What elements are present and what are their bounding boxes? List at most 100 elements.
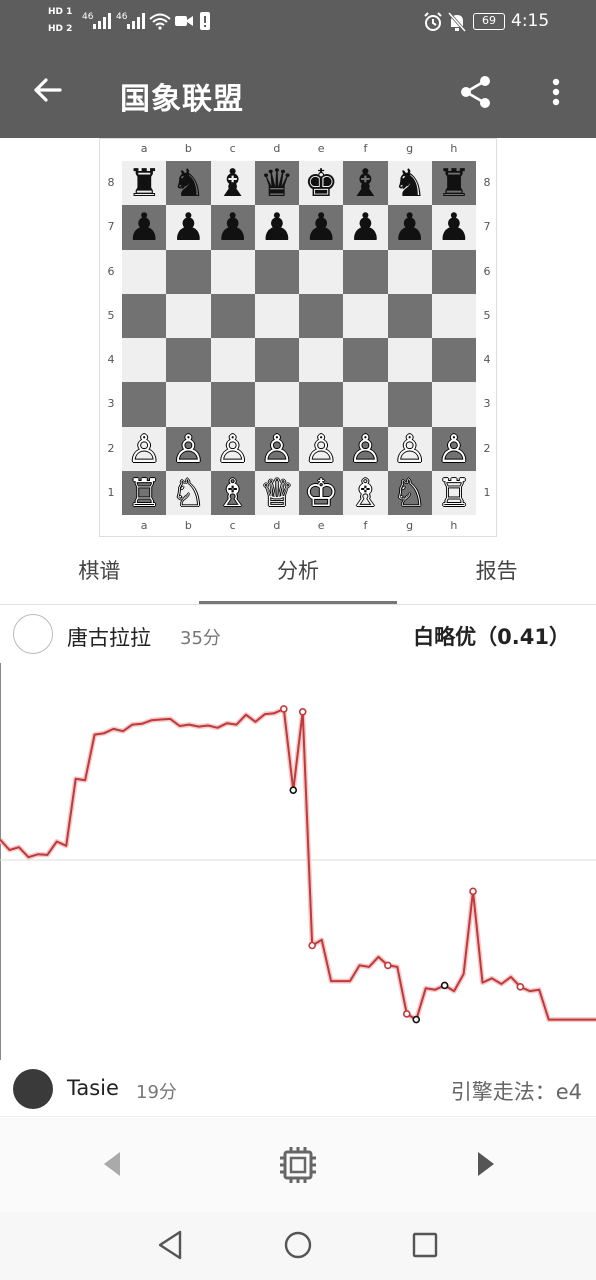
square-b5[interactable] [166,293,211,338]
square-e6[interactable] [299,249,344,294]
chess-piece[interactable]: ♞ [393,164,427,202]
chess-piece[interactable]: ♙ [127,430,161,468]
move-marker[interactable] [412,1015,421,1024]
square-c7[interactable]: ♟ [210,205,255,250]
square-e5[interactable] [299,293,344,338]
square-g5[interactable] [387,293,432,338]
square-d8[interactable]: ♛ [254,161,299,206]
square-d3[interactable] [254,382,299,427]
previous-move-icon[interactable] [98,1144,126,1184]
chess-piece[interactable]: ♟ [393,208,427,246]
square-c2[interactable]: ♙ [210,426,255,471]
chess-piece[interactable]: ♟ [171,208,205,246]
square-a3[interactable] [122,382,167,427]
chess-piece[interactable]: ♛ [260,164,294,202]
square-f5[interactable] [343,293,388,338]
chess-piece[interactable]: ♖ [127,474,161,512]
chess-piece[interactable]: ♟ [304,208,338,246]
chess-piece[interactable]: ♟ [348,208,382,246]
chess-piece[interactable]: ♙ [171,430,205,468]
square-f3[interactable] [343,382,388,427]
square-h8[interactable]: ♜ [431,161,476,206]
next-move-icon[interactable] [472,1144,500,1184]
chess-piece[interactable]: ♝ [216,164,250,202]
square-b6[interactable] [166,249,211,294]
move-marker[interactable] [308,941,316,950]
move-marker[interactable] [384,961,392,970]
square-c4[interactable] [210,338,255,383]
square-c3[interactable] [210,382,255,427]
chess-piece[interactable]: ♙ [393,430,427,468]
square-a5[interactable] [122,293,167,338]
chess-piece[interactable]: ♞ [171,164,205,202]
square-f2[interactable]: ♙ [343,426,388,471]
square-b3[interactable] [166,382,211,427]
move-marker[interactable] [298,707,307,716]
nav-back-icon[interactable] [155,1228,185,1262]
tab-record[interactable]: 棋谱 [0,537,199,604]
move-marker[interactable] [289,786,298,794]
square-a2[interactable]: ♙ [122,426,167,471]
chess-piece[interactable]: ♘ [171,474,205,512]
move-marker[interactable] [280,705,288,713]
move-marker[interactable] [469,887,477,896]
square-d5[interactable] [254,293,299,338]
chess-piece[interactable]: ♟ [437,208,471,246]
chess-board[interactable]: ♜ ♞ ♝ ♛ ♚ ♝ ♞ ♜ ♟ ♟ ♟ ♟ ♟ ♟ ♟ ♟ ♙ ♙ ♙ ♙ ♙ ♙ ♙ ♙ ♖ ♘ ♗ ♕ ♔ ♗ ♘ ♖ [122,161,476,515]
square-d7[interactable]: ♟ [254,205,299,250]
square-h5[interactable] [431,293,476,338]
engine-chip-icon[interactable] [277,1144,319,1186]
square-h2[interactable]: ♙ [431,426,476,471]
square-c8[interactable]: ♝ [210,161,255,206]
square-a6[interactable] [122,249,167,294]
chess-piece[interactable]: ♙ [348,430,382,468]
square-c5[interactable] [210,293,255,338]
chess-piece[interactable]: ♟ [260,208,294,246]
square-f6[interactable] [343,249,388,294]
tab-analysis[interactable]: 分析 [198,537,398,604]
square-a8[interactable]: ♜ [122,161,167,206]
square-a1[interactable]: ♖ [122,470,167,515]
square-g1[interactable]: ♘ [387,470,432,515]
square-d2[interactable]: ♙ [254,426,299,471]
chess-piece[interactable]: ♙ [304,430,338,468]
share-icon[interactable] [456,72,496,112]
square-g7[interactable]: ♟ [387,205,432,250]
square-h3[interactable] [431,382,476,427]
square-e4[interactable] [299,338,344,383]
chess-piece[interactable]: ♘ [393,474,427,512]
square-b4[interactable] [166,338,211,383]
move-marker[interactable] [402,1010,411,1018]
chess-piece[interactable]: ♟ [216,208,250,246]
move-marker[interactable] [440,981,449,990]
square-e8[interactable]: ♚ [299,161,344,206]
chess-piece[interactable]: ♕ [260,474,294,512]
move-marker[interactable] [516,983,525,991]
square-c1[interactable]: ♗ [210,470,255,515]
square-b7[interactable]: ♟ [166,205,211,250]
square-e1[interactable]: ♔ [299,470,344,515]
square-g3[interactable] [387,382,432,427]
square-e2[interactable]: ♙ [299,426,344,471]
square-f8[interactable]: ♝ [343,161,388,206]
evaluation-graph[interactable] [0,663,596,1060]
square-f4[interactable] [343,338,388,383]
chess-piece[interactable]: ♗ [216,474,250,512]
square-d1[interactable]: ♕ [254,470,299,515]
chess-piece[interactable]: ♗ [348,474,382,512]
chess-piece[interactable]: ♙ [260,430,294,468]
chess-piece[interactable]: ♟ [127,208,161,246]
square-g4[interactable] [387,338,432,383]
nav-home-icon[interactable] [283,1228,313,1262]
square-c6[interactable] [210,249,255,294]
square-d4[interactable] [254,338,299,383]
square-b1[interactable]: ♘ [166,470,211,515]
square-b8[interactable]: ♞ [166,161,211,206]
square-b2[interactable]: ♙ [166,426,211,471]
square-e7[interactable]: ♟ [299,205,344,250]
square-f1[interactable]: ♗ [343,470,388,515]
square-g2[interactable]: ♙ [387,426,432,471]
square-f7[interactable]: ♟ [343,205,388,250]
chess-piece[interactable]: ♙ [437,430,471,468]
chess-piece[interactable]: ♙ [216,430,250,468]
